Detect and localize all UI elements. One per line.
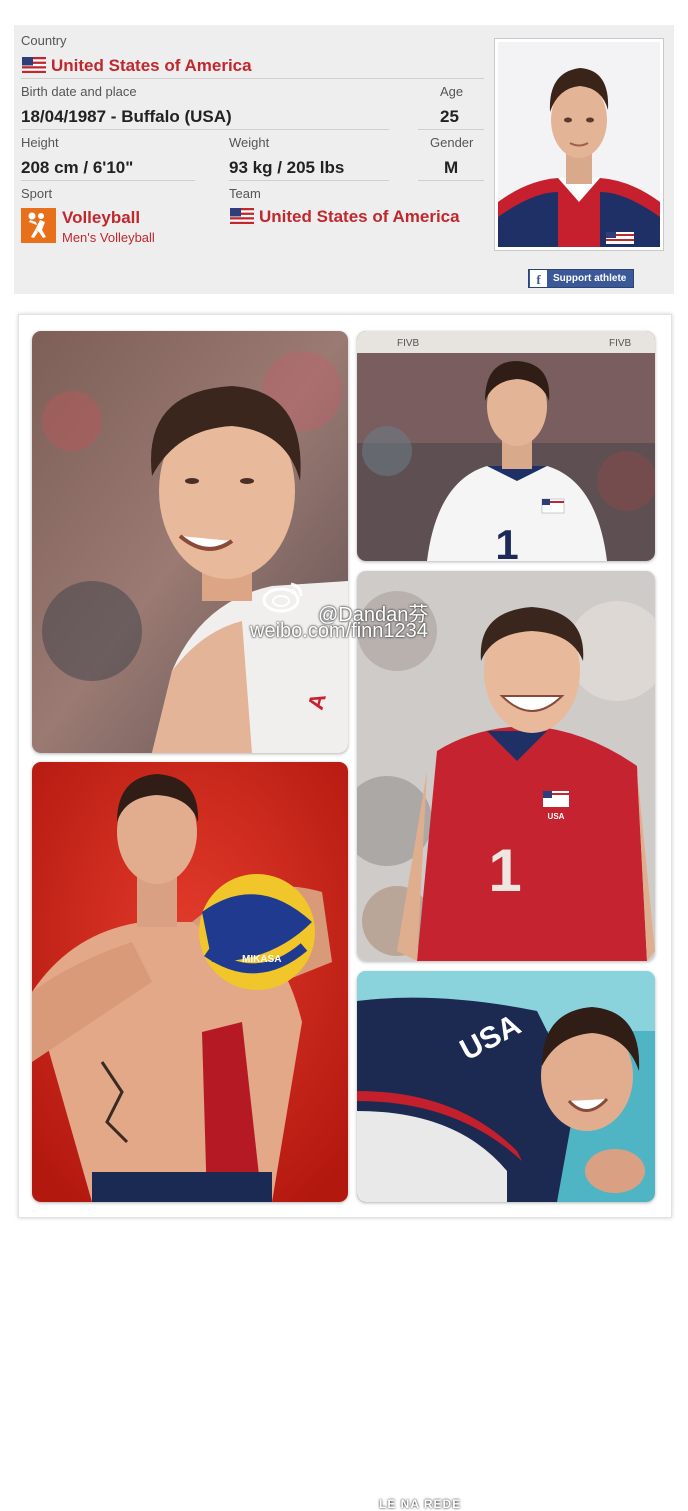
weibo-watermark-icon xyxy=(262,582,303,613)
sport-label: Sport xyxy=(21,186,53,201)
jersey-number: 1 xyxy=(495,521,518,561)
photo-collage: A FIVB FIVB 1 1 USA MIKASA USA LE NA RED… xyxy=(18,314,672,1511)
fivb-banner-text: FIVB xyxy=(397,338,420,349)
athlete-photo-smiling: A xyxy=(32,331,348,753)
height-value: 208 cm / 6'10" xyxy=(21,158,134,177)
sport-value[interactable]: Volleyball xyxy=(62,208,140,228)
weight-label: Weight xyxy=(229,135,270,150)
age-value: 25 xyxy=(440,107,459,126)
birth-label: Birth date and place xyxy=(21,84,137,99)
divider xyxy=(229,180,389,181)
jersey-number: 1 xyxy=(488,837,521,904)
divider xyxy=(418,129,484,130)
le-na-rede-logo: LE NA REDE xyxy=(379,1497,462,1511)
birth-value: 18/04/1987 - Buffalo (USA) xyxy=(21,107,232,126)
country-label: Country xyxy=(21,33,67,48)
divider xyxy=(21,78,484,79)
usa-flag-icon xyxy=(230,208,254,224)
usa-flag-icon xyxy=(22,57,46,73)
team-value[interactable]: United States of America xyxy=(259,207,460,227)
divider xyxy=(418,180,484,181)
jersey-text: USA xyxy=(548,812,565,821)
support-athlete-label: Support athlete xyxy=(553,273,627,284)
gender-value: M xyxy=(444,158,459,177)
volleyball-player-icon xyxy=(21,208,56,243)
athlete-photo-court-white-jersey: FIVB FIVB 1 xyxy=(357,331,655,561)
facebook-icon: f xyxy=(530,270,547,287)
fivb-banner-text-2: FIVB xyxy=(609,338,632,349)
height-label: Height xyxy=(21,135,59,150)
age-label: Age xyxy=(440,84,464,99)
divider xyxy=(21,129,389,130)
divider xyxy=(21,180,195,181)
support-athlete-button[interactable]: f Support athlete xyxy=(528,269,634,288)
team-label: Team xyxy=(229,186,261,201)
ball-brand-text: MIKASA xyxy=(242,954,281,965)
athlete-portrait xyxy=(494,38,664,251)
athlete-photo-usa-jacket: USA xyxy=(357,971,655,1202)
country-value: United States of America xyxy=(51,56,252,75)
athlete-info-card: Country United States of America Birth d… xyxy=(14,25,674,294)
sport-subtitle[interactable]: Men's Volleyball xyxy=(62,230,155,245)
athlete-photo-holding-ball: MIKASA xyxy=(32,762,348,1202)
weight-value: 93 kg / 205 lbs xyxy=(229,158,345,177)
weibo-watermark-site: weibo.com/finn1234 xyxy=(250,620,428,642)
gender-label: Gender xyxy=(430,135,474,150)
